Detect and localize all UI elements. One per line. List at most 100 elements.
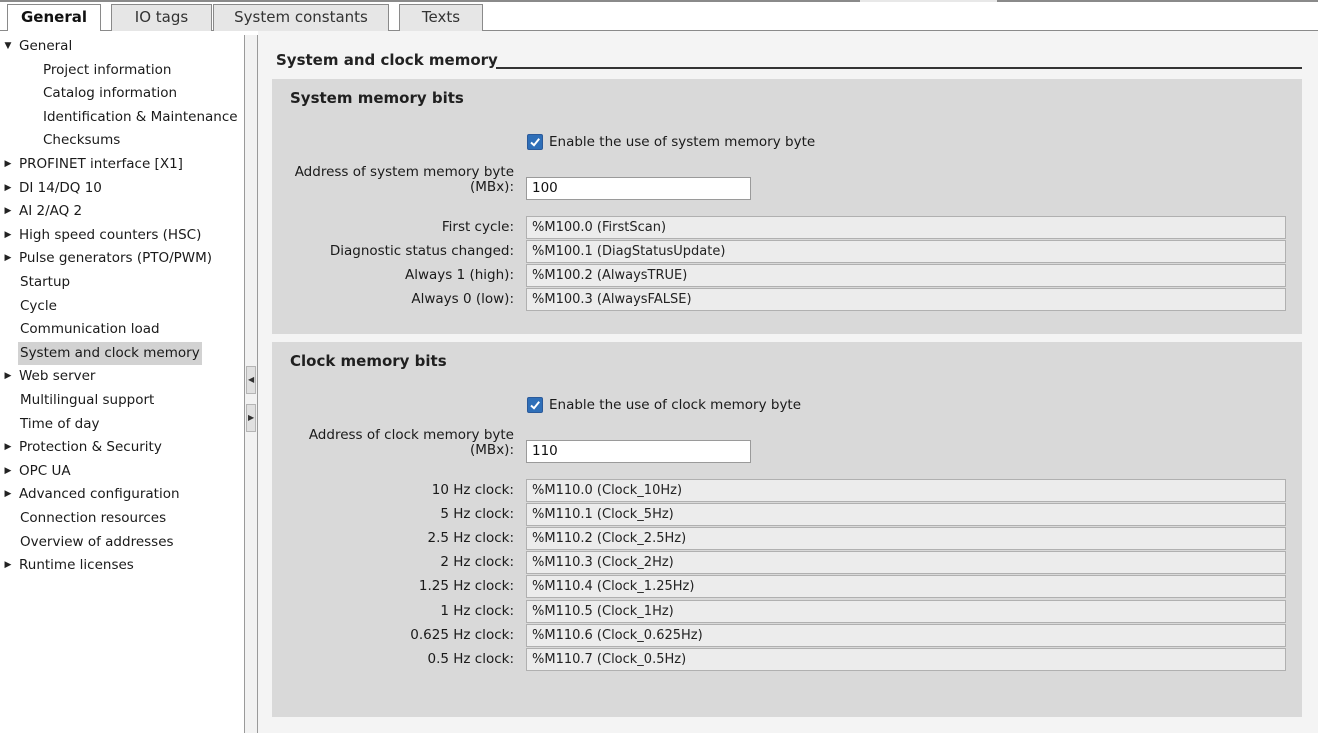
nav-item-multilingual-support[interactable]: Multilingual support — [0, 389, 244, 412]
tab-general[interactable]: General — [7, 4, 101, 32]
collapse-left-button[interactable]: ◀ — [246, 366, 256, 394]
triangle-right-icon[interactable]: ▶ — [2, 153, 14, 176]
triangle-down-icon[interactable]: ▼ — [2, 35, 14, 58]
nav-item-label: Project information — [43, 61, 172, 78]
expand-right-icon: ▶ — [248, 413, 255, 422]
nav-item-label: Overview of addresses — [20, 533, 174, 550]
nav-item-label: AI 2/AQ 2 — [19, 203, 83, 220]
clock-memory-checkbox[interactable] — [527, 397, 543, 413]
clock-bit-value: %M110.1 (Clock_5Hz) — [526, 503, 1286, 527]
clock-memory-title: Clock memory bits — [290, 352, 447, 370]
nav-item-label: Runtime licenses — [19, 557, 134, 574]
clock-bit-value: %M110.4 (Clock_1.25Hz) — [526, 575, 1286, 599]
triangle-right-icon[interactable]: ▶ — [2, 247, 14, 270]
triangle-right-icon[interactable]: ▶ — [2, 200, 14, 223]
nav-item-pulse-generators-pto-pwm[interactable]: ▶ Pulse generators (PTO/PWM) — [0, 247, 244, 270]
system-bit-label: First cycle: — [441, 219, 514, 235]
triangle-right-icon[interactable]: ▶ — [2, 365, 14, 388]
clock-address-label: Address of clock memory byte (MBx): — [309, 428, 514, 458]
collapse-left-icon: ◀ — [248, 375, 255, 384]
triangle-right-icon[interactable]: ▶ — [2, 483, 14, 506]
nav-item-di-14-dq-10[interactable]: ▶ DI 14/DQ 10 — [0, 177, 244, 200]
nav-item-label: OPC UA — [19, 462, 71, 479]
nav-item-cycle[interactable]: Cycle — [0, 295, 244, 318]
nav-item-label: Pulse generators (PTO/PWM) — [19, 250, 213, 267]
system-memory-checkbox[interactable] — [527, 134, 543, 150]
nav-item-connection-resources[interactable]: Connection resources — [0, 507, 244, 530]
triangle-right-icon[interactable]: ▶ — [2, 177, 14, 200]
nav-item-project-information[interactable]: Project information — [0, 59, 244, 82]
nav-item-label: Startup — [20, 274, 71, 290]
nav-item-label: DI 14/DQ 10 — [19, 179, 102, 196]
nav-item-label: High speed counters (HSC) — [19, 226, 202, 243]
system-bit-label: Always 1 (high): — [404, 267, 514, 284]
nav-item-ai-2-aq-2[interactable]: ▶ AI 2/AQ 2 — [0, 200, 244, 223]
system-bit-label: Always 0 (low): — [411, 291, 514, 308]
nav-item-label: Multilingual support — [20, 392, 155, 408]
triangle-right-icon[interactable]: ▶ — [2, 460, 14, 483]
nav-item-identification-maintenance[interactable]: Identification & Maintenance — [0, 106, 244, 129]
nav-item-system-and-clock-memory[interactable]: System and clock memory — [0, 341, 244, 365]
nav-item-general[interactable]: ▼ General — [0, 35, 244, 58]
nav-item-profinet-interface-x1[interactable]: ▶ PROFINET interface [X1] — [0, 153, 244, 176]
clock-bit-value: %M110.7 (Clock_0.5Hz) — [526, 647, 1286, 671]
clock-bit-label: 2.5 Hz clock: — [427, 530, 514, 547]
tab-strip: General IO tags System constants Texts — [0, 0, 1318, 32]
nav-item-web-server[interactable]: ▶ Web server — [0, 365, 244, 388]
nav-item-opc-ua[interactable]: ▶ OPC UA — [0, 460, 244, 483]
nav-item-advanced-configuration[interactable]: ▶ Advanced configuration — [0, 483, 244, 506]
clock-address-input[interactable]: 110 — [526, 440, 751, 463]
section-divider — [496, 67, 1302, 69]
nav-item-checksums[interactable]: Checksums — [0, 129, 244, 152]
clock-bit-value: %M110.0 (Clock_10Hz) — [526, 479, 1286, 502]
clock-bit-label: 2 Hz clock: — [440, 554, 514, 571]
triangle-right-icon[interactable]: ▶ — [2, 224, 14, 247]
expand-right-button[interactable]: ▶ — [246, 404, 256, 432]
nav-item-label: Connection resources — [20, 510, 167, 526]
nav-item-label: Web server — [19, 368, 96, 385]
nav-item-overview-of-addresses[interactable]: Overview of addresses — [0, 531, 244, 554]
clock-bit-value: %M110.2 (Clock_2.5Hz) — [526, 527, 1286, 551]
tab-io-tags[interactable]: IO tags — [111, 4, 212, 31]
clock-bit-label: 5 Hz clock: — [440, 506, 514, 523]
properties-panel: System and clock memory System memory bi… — [258, 31, 1318, 733]
system-memory-enable-label: Enable the use of system memory byte — [549, 134, 816, 150]
system-bit-value: %M100.0 (FirstScan) — [526, 216, 1286, 239]
checkmark-icon — [530, 401, 540, 410]
tab-strip-top-highlight — [860, 0, 997, 2]
triangle-right-icon[interactable]: ▶ — [2, 436, 14, 459]
system-address-input[interactable]: 100 — [526, 177, 751, 200]
triangle-right-icon[interactable]: ▶ — [2, 554, 14, 577]
system-address-label-line2: (MBx): — [470, 179, 514, 195]
system-address-label: Address of system memory byte (MBx): — [295, 165, 514, 195]
pane-splitter[interactable]: ◀ ▶ — [244, 31, 258, 733]
system-address-label-line1: Address of system memory byte — [294, 164, 514, 180]
nav-item-label: Cycle — [20, 297, 57, 314]
tab-strip-top-border — [0, 0, 1318, 2]
system-bit-value: %M100.3 (AlwaysFALSE) — [526, 288, 1286, 312]
clock-bit-value: %M110.6 (Clock_0.625Hz) — [526, 623, 1286, 647]
system-bit-value: %M100.1 (DiagStatusUpdate) — [526, 240, 1286, 264]
nav-item-high-speed-counters-hsc[interactable]: ▶ High speed counters (HSC) — [0, 224, 244, 247]
nav-item-catalog-information[interactable]: Catalog information — [0, 82, 244, 105]
nav-item-communication-load[interactable]: Communication load — [0, 318, 244, 341]
nav-item-label: Identification & Maintenance — [43, 108, 238, 125]
clock-address-label-line2: (MBx): — [470, 442, 514, 458]
clock-bit-label: 0.625 Hz clock: — [410, 626, 514, 643]
nav-item-time-of-day[interactable]: Time of day — [0, 413, 244, 436]
nav-item-label: Time of day — [20, 415, 100, 432]
tab-system-constants[interactable]: System constants — [213, 4, 389, 31]
tab-texts[interactable]: Texts — [399, 4, 483, 31]
clock-bit-value: %M110.3 (Clock_2Hz) — [526, 551, 1286, 575]
nav-item-startup[interactable]: Startup — [0, 271, 244, 294]
nav-item-label: Catalog information — [43, 85, 178, 102]
nav-item-runtime-licenses[interactable]: ▶ Runtime licenses — [0, 554, 244, 577]
nav-item-label: Advanced configuration — [19, 486, 180, 503]
nav-item-protection-security[interactable]: ▶ Protection & Security — [0, 436, 244, 459]
system-memory-title: System memory bits — [290, 89, 464, 107]
nav-item-label: PROFINET interface [X1] — [19, 156, 183, 172]
clock-bit-label: 1 Hz clock: — [440, 602, 514, 619]
clock-bit-label: 10 Hz clock: — [431, 482, 514, 498]
nav-item-label: General — [19, 38, 73, 54]
clock-memory-enable-label: Enable the use of clock memory byte — [549, 397, 802, 413]
